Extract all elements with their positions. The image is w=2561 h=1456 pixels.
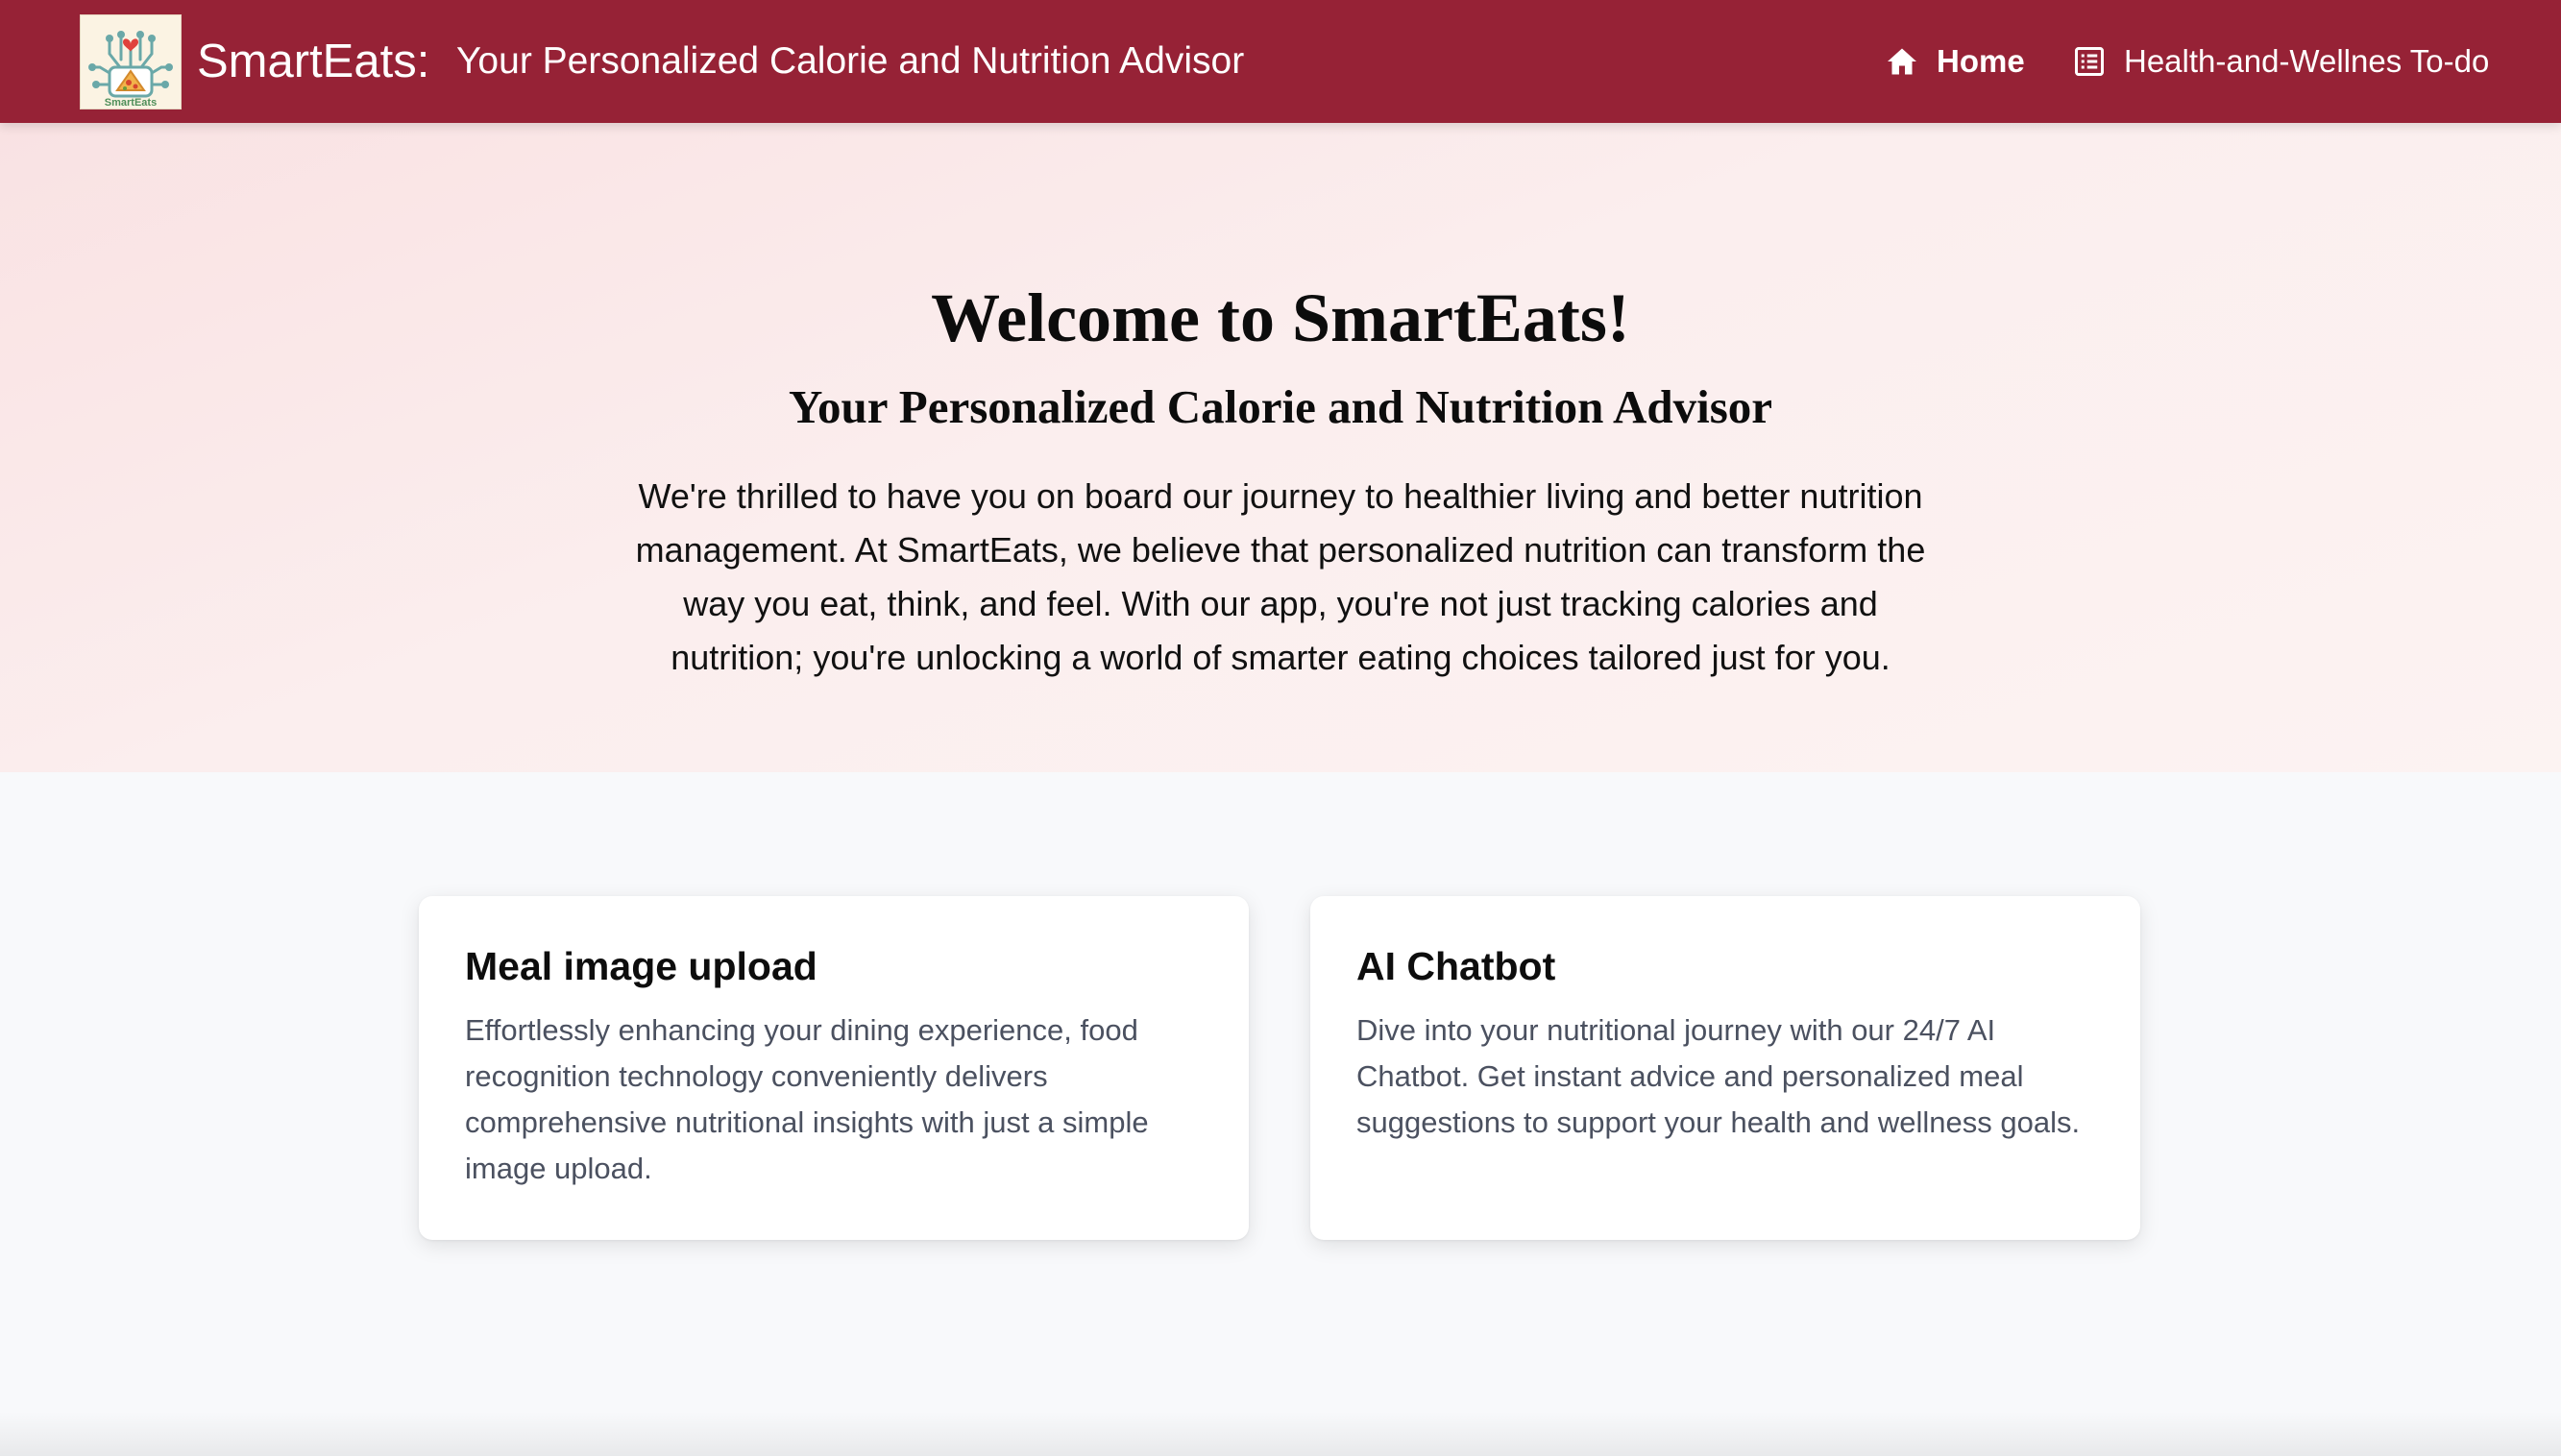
nav-todo-label: Health-and-Wellnes To-do <box>2124 43 2490 79</box>
smarteats-logo[interactable]: SmartEats <box>80 14 182 109</box>
feature-card-title: AI Chatbot <box>1356 944 1556 988</box>
page-bottom-edge <box>0 1412 2561 1456</box>
svg-text:SmartEats: SmartEats <box>105 97 157 109</box>
nav-todo-link[interactable]: Health-and-Wellnes To-do <box>2072 0 2489 123</box>
brand-name: SmartEats: <box>197 36 430 87</box>
nav-home-label: Home <box>1937 43 2025 79</box>
hero-title: Welcome to SmartEats! <box>931 279 1630 357</box>
top-navbar: SmartEats SmartEats: Your Personalized C… <box>0 0 2561 123</box>
feature-card-ai-chatbot[interactable]: AI Chatbot Dive into your nutritional jo… <box>1310 896 2140 1240</box>
feature-card-meal-upload[interactable]: Meal image upload Effortlessly enhancing… <box>419 896 1249 1240</box>
list-icon <box>2072 44 2107 79</box>
feature-card-text: Effortlessly enhancing your dining exper… <box>465 1013 1149 1185</box>
feature-card-title: Meal image upload <box>465 944 817 988</box>
hero-subtitle: Your Personalized Calorie and Nutrition … <box>788 379 1773 433</box>
hero-description: We're thrilled to have you on board our … <box>635 476 1926 677</box>
hero-section: Welcome to SmartEats! Your Personalized … <box>0 123 2561 772</box>
feature-card-text: Dive into your nutritional journey with … <box>1356 1013 2081 1139</box>
home-icon <box>1885 44 1919 79</box>
brand-subtitle: Your Personalized Calorie and Nutrition … <box>456 40 1245 82</box>
nav-home-link[interactable]: Home <box>1885 0 2025 123</box>
